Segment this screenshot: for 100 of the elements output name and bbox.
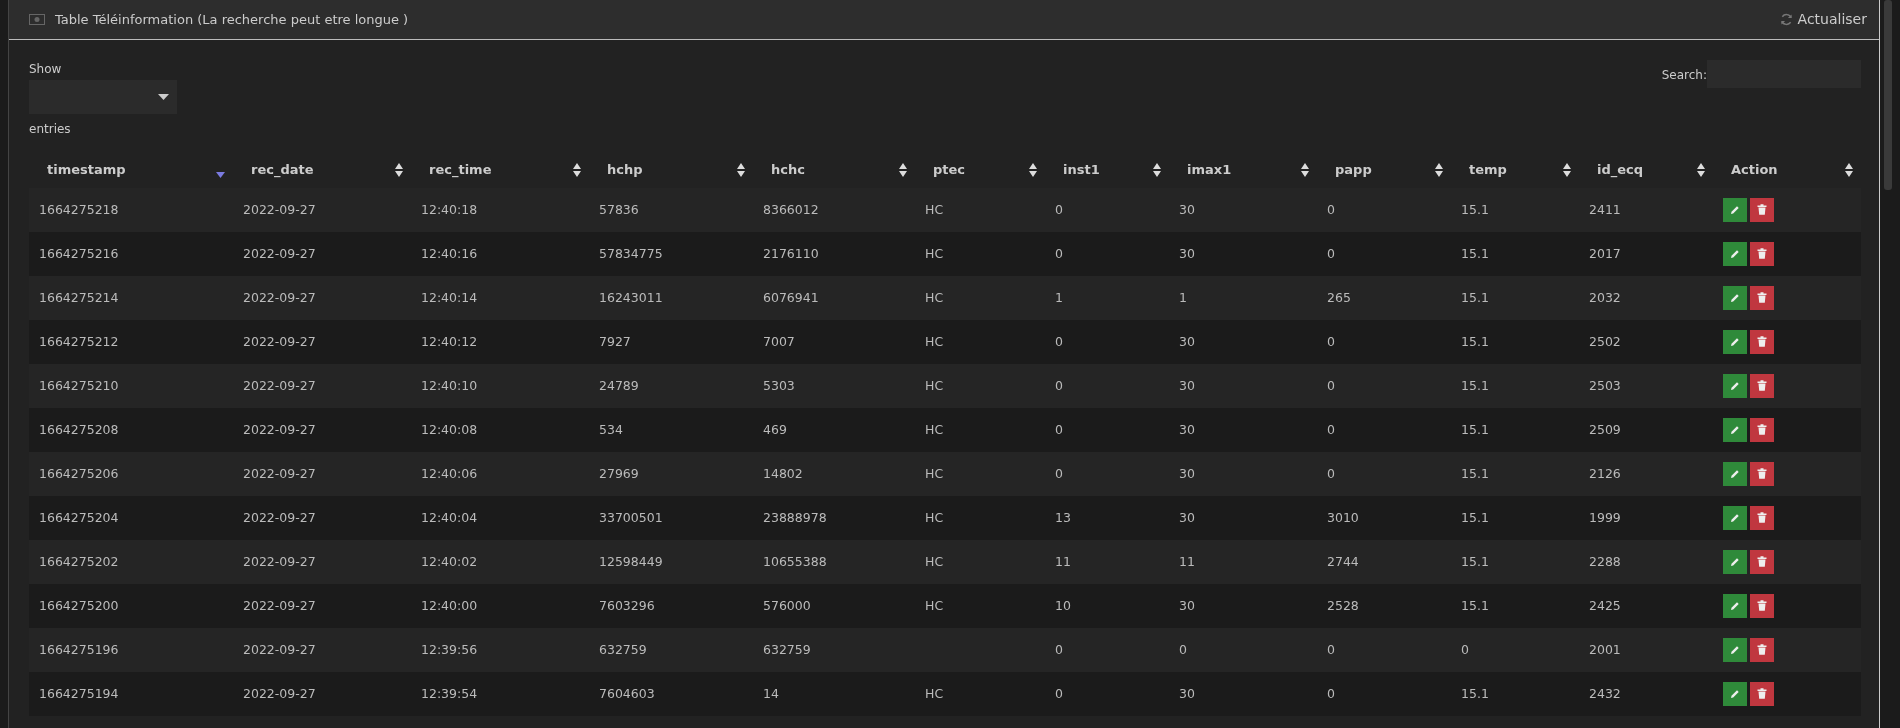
table-cell: 15.1	[1451, 364, 1579, 408]
table-cell: 16243011	[589, 276, 753, 320]
edit-button[interactable]	[1723, 550, 1747, 575]
column-header[interactable]: rec_time	[411, 152, 589, 188]
table-cell: 1664275202	[29, 540, 233, 584]
table-cell: 12:40:06	[411, 452, 589, 496]
table-cell: 12:40:16	[411, 232, 589, 276]
table-cell: HC	[915, 408, 1045, 452]
delete-button[interactable]	[1750, 505, 1774, 530]
edit-button[interactable]	[1723, 506, 1747, 531]
pencil-icon	[1730, 513, 1740, 524]
table-cell: 1	[1169, 276, 1317, 320]
delete-button[interactable]	[1750, 461, 1774, 486]
delete-button[interactable]	[1750, 373, 1774, 398]
pencil-icon	[1730, 689, 1740, 700]
edit-button[interactable]	[1723, 374, 1747, 399]
table-cell: 1664275212	[29, 320, 233, 364]
table-cell: 3010	[1317, 496, 1451, 540]
edit-button[interactable]	[1723, 198, 1747, 223]
trash-icon	[1757, 248, 1767, 260]
table-cell: 15.1	[1451, 232, 1579, 276]
table-cell: 30	[1169, 232, 1317, 276]
table-cell: 632759	[589, 628, 753, 672]
column-header[interactable]: hchp	[589, 152, 753, 188]
table-cell: 0	[1451, 628, 1579, 672]
table-cell: 15.1	[1451, 408, 1579, 452]
edit-button[interactable]	[1723, 330, 1747, 355]
table-cell: 5303	[753, 364, 915, 408]
table-cell: 7927	[589, 320, 753, 364]
table-cell: 0	[1317, 452, 1451, 496]
pencil-icon	[1730, 469, 1740, 480]
table-cell: 0	[1045, 320, 1169, 364]
edit-button[interactable]	[1723, 418, 1747, 443]
trash-icon	[1757, 292, 1767, 304]
table-cell: 11	[1169, 540, 1317, 584]
edit-button[interactable]	[1723, 242, 1747, 267]
table-cell: 24789	[589, 364, 753, 408]
column-header[interactable]: temp	[1451, 152, 1579, 188]
table-cell: 0	[1045, 364, 1169, 408]
delete-button[interactable]	[1750, 593, 1774, 618]
edit-button[interactable]	[1723, 638, 1747, 663]
trash-icon	[1757, 424, 1767, 436]
trash-icon	[1757, 644, 1767, 656]
table-cell: 2001	[1579, 628, 1713, 672]
table-cell: 2126	[1579, 452, 1713, 496]
table-cell: 2022-09-27	[233, 628, 411, 672]
column-header[interactable]: rec_date	[233, 152, 411, 188]
table-cell: 23888978	[753, 496, 915, 540]
table-cell: 0	[1317, 672, 1451, 716]
table-cell: 576000	[753, 584, 915, 628]
trash-icon	[1757, 204, 1767, 216]
table-cell: 12:40:08	[411, 408, 589, 452]
table-cell: 2528	[1317, 584, 1451, 628]
trash-icon	[1757, 380, 1767, 392]
table-cell: 0	[1317, 320, 1451, 364]
column-header[interactable]: ptec	[915, 152, 1045, 188]
column-header[interactable]: id_ecq	[1579, 152, 1713, 188]
scrollbar-thumb[interactable]	[1884, 0, 1892, 190]
table-cell: 15.1	[1451, 276, 1579, 320]
edit-button[interactable]	[1723, 286, 1747, 311]
table-cell: 2032	[1579, 276, 1713, 320]
table-cell: HC	[915, 540, 1045, 584]
table-cell: 2022-09-27	[233, 276, 411, 320]
column-header[interactable]: hchc	[753, 152, 915, 188]
edit-button[interactable]	[1723, 462, 1747, 487]
table-cell: HC	[915, 496, 1045, 540]
column-header[interactable]: papp	[1317, 152, 1451, 188]
table-cell: 15.1	[1451, 452, 1579, 496]
table-cell: 469	[753, 408, 915, 452]
banknote-icon	[29, 14, 45, 25]
show-label: Show	[29, 61, 62, 78]
delete-button[interactable]	[1750, 197, 1774, 222]
column-header[interactable]: Action	[1713, 152, 1861, 188]
table-cell: 0	[1317, 408, 1451, 452]
edit-button[interactable]	[1723, 682, 1747, 707]
edit-button[interactable]	[1723, 594, 1747, 619]
delete-button[interactable]	[1750, 637, 1774, 662]
column-header[interactable]: inst1	[1045, 152, 1169, 188]
table-cell: 7603296	[589, 584, 753, 628]
delete-button[interactable]	[1750, 285, 1774, 310]
delete-button[interactable]	[1750, 241, 1774, 266]
table-cell: 1999	[1579, 496, 1713, 540]
delete-button[interactable]	[1750, 417, 1774, 442]
table-cell: 12:39:54	[411, 672, 589, 716]
table-cell: 0	[1045, 672, 1169, 716]
table-cell: 2502	[1579, 320, 1713, 364]
delete-button[interactable]	[1750, 329, 1774, 354]
delete-button[interactable]	[1750, 681, 1774, 706]
column-header[interactable]: imax1	[1169, 152, 1317, 188]
refresh-button[interactable]: Actualiser	[1779, 9, 1867, 30]
table-cell: 30	[1169, 452, 1317, 496]
table-cell: 12598449	[589, 540, 753, 584]
table-cell: 2022-09-27	[233, 408, 411, 452]
table-cell: 30	[1169, 408, 1317, 452]
pencil-icon	[1730, 205, 1740, 216]
delete-button[interactable]	[1750, 549, 1774, 574]
table-cell: 15.1	[1451, 496, 1579, 540]
column-header[interactable]: timestamp	[29, 152, 233, 188]
caret-icon	[158, 94, 169, 100]
table-cell: 0	[1045, 628, 1169, 672]
